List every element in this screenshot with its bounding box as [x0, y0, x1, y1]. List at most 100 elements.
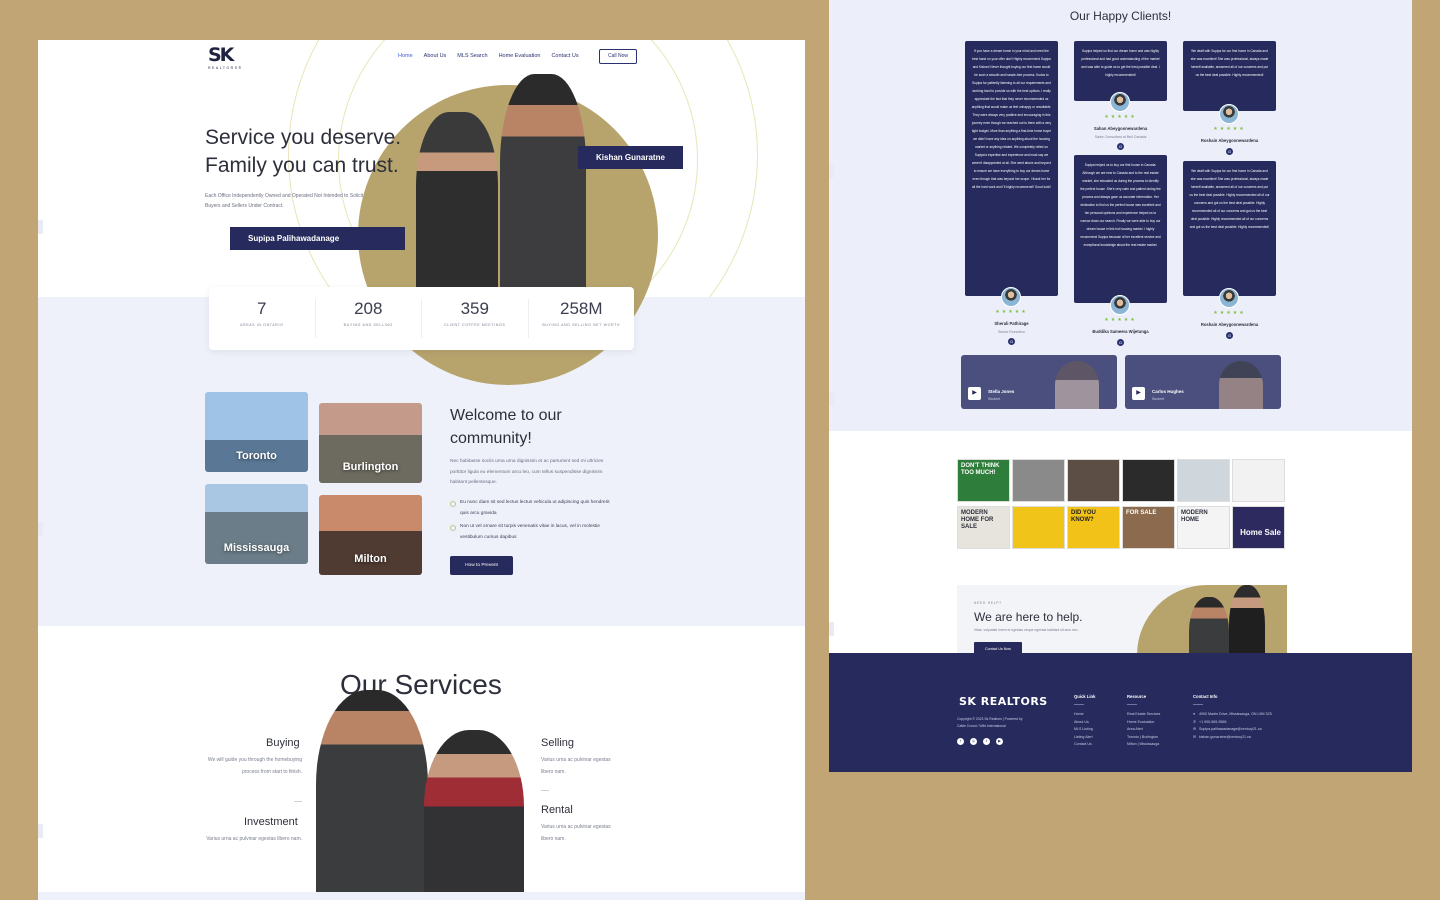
stat-value: 7 [257, 299, 267, 318]
hero-photo-supipa [416, 112, 498, 297]
avatar [1219, 104, 1239, 124]
testimonial-card: We dealt with Supipa for our first home … [1183, 41, 1276, 111]
how-to-prevent-button[interactable]: How to Prevent [450, 556, 513, 575]
divider [294, 801, 302, 802]
testimonial-card: If you have a dream home in your mind an… [965, 41, 1058, 296]
rating-stars: ★★★★★ [1213, 310, 1246, 316]
video-client-name: Stella Jones [988, 389, 1015, 394]
scroll-handle[interactable] [38, 522, 43, 536]
gallery-tile[interactable]: FOR SALE [1122, 506, 1175, 549]
city-card-mississauga[interactable]: Mississauga [205, 484, 308, 564]
footer-email-kishan[interactable]: ✉ kishan.gunaratne@century21.ca [1193, 734, 1273, 742]
video-client-role: Student [1152, 397, 1165, 401]
stat-label: BUYING AND SELLING NET WORTH [542, 323, 621, 327]
youtube-icon[interactable]: ▶ [996, 738, 1003, 745]
agent-tag-kishan[interactable]: Kishan Gunaratne [578, 146, 683, 169]
gallery-tile[interactable] [1122, 459, 1175, 502]
help-title: We are here to help. [974, 610, 1083, 624]
video-testimonial-carlos[interactable]: ▶ Carlos Hughes Student [1125, 355, 1281, 409]
homepage-panel: SK REALTORS® Home About Us MLS Search Ho… [38, 40, 805, 900]
footer-link-mls[interactable]: MLS Listing [1074, 726, 1093, 734]
stats-bar: 7 AREAS IN ONTARIO 208 BUYING AND SELLING … [209, 287, 634, 350]
logo-subtitle: REALTORS® [208, 66, 243, 70]
welcome-bullet: Eu nunc diam sit sed lectus lectus vehic… [450, 498, 610, 519]
welcome-title: Welcome to our community! [450, 407, 562, 447]
stat-value: 359 [460, 299, 489, 318]
avatar [1001, 287, 1021, 307]
mail-icon: ✉ [1193, 727, 1197, 731]
gallery-tile[interactable] [1067, 459, 1120, 502]
video-testimonial-stella[interactable]: ▶ Stella Jones Student [961, 355, 1117, 409]
gallery-tile[interactable] [1177, 459, 1230, 502]
scroll-handle[interactable] [829, 164, 834, 178]
footer-resource-heading: Resource [1127, 694, 1147, 699]
phone-text: +1 905-565-9565 [1199, 719, 1227, 724]
instagram-icon[interactable]: ◎ [970, 738, 977, 745]
gallery-tile[interactable]: DON'T THINK TOO MUCH! [957, 459, 1010, 502]
stat-value: 208 [354, 299, 383, 318]
footer-link-contact[interactable]: Contact Us [1074, 741, 1093, 749]
stat-coffee-meetings: 359 CLIENT COFFEE MEETINGS [422, 299, 529, 338]
client-name: Sherali Pathirage [994, 321, 1029, 326]
footer-link-evaluation[interactable]: Home Evaluation [1127, 719, 1160, 727]
footer-link-home[interactable]: Home [1074, 711, 1093, 719]
client-role: Senior Executive [998, 330, 1025, 334]
footer-contact-list: ● 4900 Martin Drive, Mississauga, ON L5M … [1193, 711, 1273, 741]
scroll-handle[interactable] [38, 220, 43, 234]
footer-link-about[interactable]: About Us [1074, 719, 1093, 727]
nav-mls-search[interactable]: MLS Search [457, 53, 487, 59]
help-description: Vitae, vulputate lorem id egestas neque … [974, 628, 1079, 632]
footer-link-toronto-burlington[interactable]: Toronto | Burlington [1127, 734, 1160, 742]
gallery-tile[interactable]: MODERN HOME [1177, 506, 1230, 549]
welcome-bullet: Non ut vel ornare sit turpis venenatis v… [450, 522, 610, 543]
footer-link-services[interactable]: Real Estate Services [1127, 711, 1160, 719]
gallery-tile[interactable] [1012, 506, 1065, 549]
service-rental-desc: Varius urna ac pulvinar egestas libero n… [541, 824, 611, 842]
footer-phone[interactable]: ✆ +1 905-565-9565 [1193, 719, 1273, 727]
mail-icon: ✉ [1193, 734, 1197, 739]
play-icon[interactable]: ▶ [968, 387, 981, 400]
call-now-button[interactable]: Call Now [599, 49, 637, 64]
services-photo-kishan [316, 690, 428, 900]
logo[interactable]: SK REALTORS® [208, 46, 243, 72]
footer-link-listing-alert[interactable]: Listing Alert [1074, 734, 1093, 742]
city-card-burlington[interactable]: Burlington [319, 403, 422, 483]
city-card-toronto[interactable]: Toronto [205, 392, 308, 472]
footer-logo[interactable]: SK REALTORS [959, 695, 1048, 708]
scroll-handle[interactable] [829, 622, 834, 636]
hero-photo-kishan [500, 74, 586, 297]
footer-email-supipa[interactable]: ✉ Supipa.palihawadanage@century21.ca [1193, 726, 1273, 734]
city-label: Burlington [342, 461, 399, 473]
nav-contact[interactable]: Contact Us [551, 53, 578, 59]
hero-subtitle: Each Office Independently Owned and Oper… [205, 193, 364, 209]
stat-buying-selling: 208 BUYING AND SELLING [316, 299, 422, 338]
scroll-handle[interactable] [38, 824, 43, 838]
stat-areas: 7 AREAS IN ONTARIO [209, 299, 316, 338]
avatar [1219, 288, 1239, 308]
gallery-tile[interactable] [1012, 459, 1065, 502]
gallery-tile-home-sale[interactable]: Home Sale [1232, 506, 1285, 549]
phone-icon: ✆ [1193, 719, 1197, 724]
footer-link-area-alert[interactable]: Area Alert [1127, 726, 1160, 734]
nav-home[interactable]: Home [398, 53, 413, 59]
facebook-icon[interactable]: f [957, 738, 964, 745]
agent-tag-supipa[interactable]: Supipa Palihawadanage [230, 227, 405, 250]
twitter-icon[interactable]: t [983, 738, 990, 745]
nav-home-evaluation[interactable]: Home Evaluation [499, 53, 541, 59]
address-text: 4900 Martin Drive, Mississauga, ON L5M 3… [1199, 712, 1272, 716]
help-label: NEED HELP? [974, 601, 1002, 605]
play-icon[interactable]: ▶ [1132, 387, 1145, 400]
gallery-tile[interactable]: MODERN HOME FOR SALE [957, 506, 1010, 549]
city-card-milton[interactable]: Milton [319, 495, 422, 575]
footer-link-milton-mississauga[interactable]: Milton | Mississauga [1127, 741, 1160, 749]
footer-quick-links-heading: Quick Link [1074, 694, 1096, 699]
divider [1193, 704, 1203, 705]
scroll-handle[interactable] [829, 392, 834, 406]
divider [541, 790, 549, 791]
gallery-tile[interactable]: DID YOU KNOW? [1067, 506, 1120, 549]
gallery-tile[interactable] [1232, 459, 1285, 502]
stat-label: CLIENT COFFEE MEETINGS [444, 323, 506, 327]
google-icon: G [1226, 148, 1233, 155]
email-text: kishan.gunaratne@century21.ca [1199, 734, 1251, 739]
nav-about[interactable]: About Us [424, 53, 447, 59]
